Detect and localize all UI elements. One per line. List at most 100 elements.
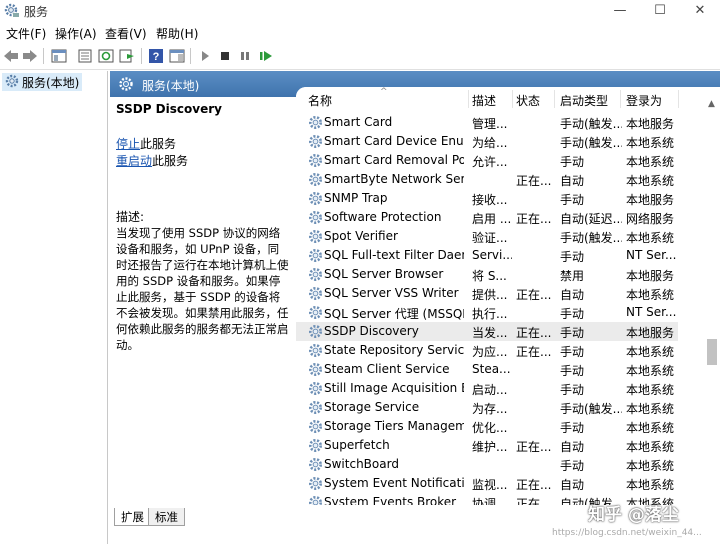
service-name-cell: Storage Service <box>324 400 420 414</box>
description-label: 描述: <box>116 210 145 224</box>
service-startup-type-cell: 手动 <box>560 307 585 321</box>
properties-icon[interactable] <box>76 47 94 65</box>
service-gear-icon <box>308 172 323 187</box>
service-row[interactable]: State Repository Service 为应... 正在... 手动 本地系统 <box>296 341 678 360</box>
service-row[interactable]: Still Image Acquisition Eve... 启动... 手动 本地系… <box>296 379 678 398</box>
stop-service-link[interactable]: 停止 <box>116 137 140 151</box>
maximize-button[interactable]: ☐ <box>640 0 680 22</box>
service-logon-cell: 本地服务 <box>626 117 675 131</box>
export-list-icon[interactable] <box>118 47 136 65</box>
restart-service-link[interactable]: 重启动 <box>116 154 152 168</box>
service-startup-type-cell: 手动 <box>560 326 585 340</box>
service-gear-icon <box>308 134 323 149</box>
toolbar: ? <box>0 44 720 70</box>
service-row[interactable]: Steam Client Service Stea... 手动 本地系统 <box>296 360 678 379</box>
service-startup-type-cell: 手动 <box>560 383 585 397</box>
console-tree-icon[interactable] <box>50 47 68 65</box>
service-startup-type-cell: 手动(触发... <box>560 136 622 150</box>
service-logon-cell: 本地系统 <box>626 288 675 302</box>
column-separator[interactable] <box>678 90 679 108</box>
service-name-cell: SQL Full-text Filter Daemo... <box>324 248 464 262</box>
service-desc-cell: 维护... <box>472 440 508 454</box>
refresh-icon[interactable] <box>97 47 115 65</box>
service-row[interactable]: SQL Server 代理 (MSSQLS... 执行... 手动 NT Ser... <box>296 303 678 322</box>
service-row[interactable]: System Event Notification ... 监视... 正在... 自… <box>296 474 678 493</box>
column-separator[interactable] <box>468 90 469 108</box>
show-hide-pane-icon[interactable] <box>168 47 186 65</box>
menu-file[interactable]: 文件(F) <box>6 25 46 42</box>
service-row[interactable]: Spot Verifier 验证... 手动(触发... 本地系统 <box>296 227 678 246</box>
service-desc-cell: Servi... <box>472 248 512 262</box>
service-name-cell: SSDP Discovery <box>324 324 419 338</box>
column-header-logon-as[interactable]: 登录为 <box>626 92 662 109</box>
menu-view[interactable]: 查看(V) <box>105 25 147 42</box>
service-gear-icon <box>308 457 323 472</box>
service-row[interactable]: Software Protection 启用 ... 正在... 自动(延迟... 网络… <box>296 208 678 227</box>
scroll-thumb[interactable] <box>707 339 717 365</box>
minimize-button[interactable]: — <box>600 0 640 22</box>
service-gear-icon <box>308 495 323 505</box>
service-row[interactable]: Smart Card 管理... 手动(触发... 本地服务 <box>296 113 678 132</box>
service-row[interactable]: SwitchBoard 手动 本地系统 <box>296 455 678 474</box>
list-header: ^ 名称 描述 状态 启动类型 登录为 <box>296 87 720 111</box>
service-logon-cell: 本地系统 <box>626 345 675 359</box>
service-status-cell: 正在... <box>516 174 552 188</box>
service-row[interactable]: Smart Card Removal Policy 允许... 手动 本地系统 <box>296 151 678 170</box>
window-title: 服务 <box>24 5 49 19</box>
service-startup-type-cell: 手动 <box>560 345 585 359</box>
service-name-cell: SmartByte Network Service <box>324 172 464 186</box>
service-desc-cell: 管理... <box>472 117 508 131</box>
toolbar-separator <box>190 48 191 64</box>
pause-service-icon[interactable] <box>236 47 254 65</box>
selected-service-name: SSDP Discovery <box>116 102 222 116</box>
console-tree: 服务(本地) <box>0 71 108 544</box>
service-name-cell: Superfetch <box>324 438 390 452</box>
service-row[interactable]: SNMP Trap 接收... 手动 本地服务 <box>296 189 678 208</box>
service-startup-type-cell: 禁用 <box>560 269 585 283</box>
service-startup-type-cell: 自动 <box>560 288 585 302</box>
tab-standard[interactable]: 标准 <box>148 508 185 526</box>
service-status-cell: 正在... <box>516 326 552 340</box>
column-separator[interactable] <box>512 90 513 108</box>
service-name-cell: Storage Tiers Management <box>324 419 464 433</box>
column-header-desc[interactable]: 描述 <box>472 92 496 109</box>
menu-action[interactable]: 操作(A) <box>55 25 97 42</box>
service-startup-type-cell: 手动 <box>560 364 585 378</box>
close-button[interactable]: ✕ <box>680 0 720 22</box>
service-gear-icon <box>308 476 323 491</box>
stop-service-icon[interactable] <box>216 47 234 65</box>
back-icon[interactable] <box>2 47 20 65</box>
service-row[interactable]: SQL Server VSS Writer 提供... 正在... 自动 本地系统 <box>296 284 678 303</box>
tab-extended[interactable]: 扩展 <box>114 508 151 526</box>
column-separator[interactable] <box>554 90 555 108</box>
service-status-cell: 正在... <box>516 478 552 492</box>
column-header-name[interactable]: 名称 <box>308 92 332 109</box>
start-service-icon[interactable] <box>196 47 214 65</box>
column-header-status[interactable]: 状态 <box>516 92 540 109</box>
service-logon-cell: 本地系统 <box>626 383 675 397</box>
service-row[interactable]: SQL Full-text Filter Daemo... Servi... 手动 N… <box>296 246 678 265</box>
service-row[interactable]: SmartByte Network Service 正在... 自动 本地系统 <box>296 170 678 189</box>
service-row[interactable]: Storage Tiers Management 优化... 手动 本地系统 <box>296 417 678 436</box>
restart-service-icon[interactable] <box>257 47 275 65</box>
service-logon-cell: 本地服务 <box>626 269 675 283</box>
service-row[interactable]: Smart Card Device Enumer... 为给... 手动(触发...… <box>296 132 678 151</box>
vertical-scrollbar[interactable]: ▲ <box>704 95 720 489</box>
column-separator[interactable] <box>620 90 621 108</box>
service-logon-cell: 本地系统 <box>626 421 675 435</box>
service-row[interactable]: Storage Service 为存... 手动(触发... 本地系统 <box>296 398 678 417</box>
service-gear-icon <box>308 267 323 282</box>
column-header-startup-type[interactable]: 启动类型 <box>560 92 608 109</box>
tree-item-services-local[interactable]: 服务(本地) <box>2 73 83 91</box>
forward-icon[interactable] <box>21 47 39 65</box>
help-icon[interactable]: ? <box>147 47 165 65</box>
service-gear-icon <box>308 381 323 396</box>
scroll-up-arrow-icon[interactable]: ▲ <box>708 99 715 109</box>
service-name-cell: Still Image Acquisition Eve... <box>324 381 464 395</box>
service-desc-cell: 为应... <box>472 345 508 359</box>
service-desc-cell: 监视... <box>472 478 508 492</box>
service-row[interactable]: SSDP Discovery 当发... 正在... 手动 本地服务 <box>296 322 678 341</box>
menu-help[interactable]: 帮助(H) <box>156 25 198 42</box>
service-row[interactable]: SQL Server Browser 将 S... 禁用 本地服务 <box>296 265 678 284</box>
service-row[interactable]: Superfetch 维护... 正在... 自动 本地系统 <box>296 436 678 455</box>
